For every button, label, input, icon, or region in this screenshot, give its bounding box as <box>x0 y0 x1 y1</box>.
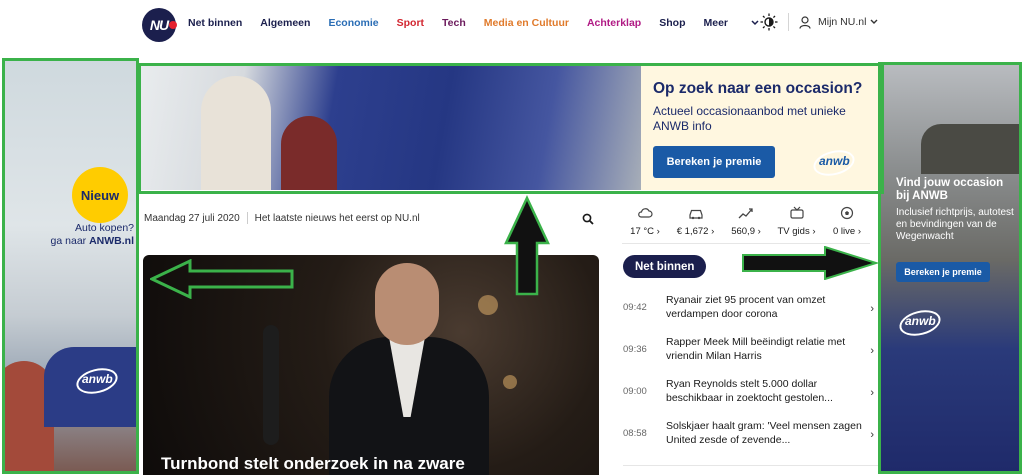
widgets-divider <box>622 243 870 244</box>
list-item[interactable]: 08:58 Solskjaer haalt gram: 'Veel mensen… <box>623 419 878 461</box>
banner-copy: Op zoek naar een occasion? Actueel occas… <box>641 66 881 190</box>
account-menu[interactable]: Mijn NU.nl <box>799 15 878 29</box>
chevron-right-icon: › <box>870 303 874 315</box>
dateline-divider <box>246 212 248 224</box>
annotation-arrow-right <box>742 246 879 280</box>
nav-right: Mijn NU.nl <box>760 13 878 31</box>
fuel-value: € 1,672 › <box>676 226 715 237</box>
left-ad-text: Auto kopen? ga naar ANWB.nl <box>50 222 134 248</box>
theme-toggle-icon[interactable] <box>760 13 778 31</box>
item-title: Ryan Reynolds stelt 5.000 dollar beschik… <box>666 378 833 404</box>
user-icon <box>799 15 811 29</box>
car-icon <box>688 209 703 220</box>
left-ad-link-text: ANWB.nl <box>89 235 134 247</box>
page: NU Net binnen Algemeen Economie Sport Te… <box>0 0 1024 475</box>
right-ad-subtitle: Inclusief richtprijs, autotest en bevind… <box>896 207 1014 242</box>
banner-subtitle: Actueel occasionaanbod met unieke ANWB i… <box>653 104 846 133</box>
annotation-arrow-left <box>150 259 294 299</box>
account-label: Mijn NU.nl <box>818 16 867 28</box>
item-title: Ryanair ziet 95 procent van omzet verdam… <box>666 294 826 320</box>
nav-divider <box>788 13 789 31</box>
list-item[interactable]: 09:36 Rapper Meek Mill beëindigt relatie… <box>623 335 878 377</box>
top-navigation: NU Net binnen Algemeen Economie Sport Te… <box>0 0 1024 50</box>
logo-text: NU <box>149 17 169 33</box>
current-date: Maandag 27 juli 2020 <box>144 212 240 224</box>
left-skyscraper-ad[interactable]: Nieuw Auto kopen? ga naar ANWB.nl anwb <box>4 61 136 472</box>
left-ad-line2: ga naar ANWB.nl <box>50 235 134 248</box>
tv-widget[interactable]: TV gids › <box>774 206 820 237</box>
tv-icon <box>789 206 804 219</box>
widgets-bar: 17 °C › € 1,672 › 560,9 › TV gids › 0 li… <box>622 206 870 237</box>
dateline: Maandag 27 juli 2020 Het laatste nieuws … <box>144 212 420 224</box>
nav-item-shop[interactable]: Shop <box>659 17 685 29</box>
anwb-logo: anwb <box>819 154 850 168</box>
logo-dot <box>169 21 177 29</box>
anwb-logo: anwb <box>82 372 113 386</box>
hero-photo-head <box>375 263 439 345</box>
item-title: Rapper Meek Mill beëindigt relatie met v… <box>666 336 846 362</box>
nav-item-meer-label: Meer <box>703 17 728 29</box>
search-icon[interactable] <box>582 213 594 225</box>
weather-widget[interactable]: 17 °C › <box>622 206 668 237</box>
tv-value: TV gids › <box>777 226 816 237</box>
banner-photo-child <box>281 116 337 190</box>
item-time: 09:42 <box>623 302 647 313</box>
net-binnen-list: 09:42 Ryanair ziet 95 procent van omzet … <box>623 293 878 461</box>
chevron-down-icon <box>751 20 759 26</box>
tagline: Het laatste nieuws het eerst op NU.nl <box>254 212 420 224</box>
chevron-down-icon <box>870 19 878 24</box>
cloud-icon <box>638 208 653 218</box>
nu-logo[interactable]: NU <box>142 8 177 42</box>
anwb-logo: anwb <box>905 314 936 328</box>
nav-item-meer[interactable]: Meer <box>703 17 759 29</box>
nav-item-algemeen[interactable]: Algemeen <box>260 17 310 29</box>
net-binnen-heading[interactable]: Net binnen <box>623 255 707 278</box>
left-ad-line1: Auto kopen? <box>75 222 134 234</box>
nav-item-economie[interactable]: Economie <box>328 17 378 29</box>
item-title: Solskjaer haalt gram: 'Veel mensen zagen… <box>666 420 862 446</box>
nav-item-tech[interactable]: Tech <box>442 17 466 29</box>
stocks-widget[interactable]: 560,9 › <box>723 206 769 237</box>
chevron-right-icon: › <box>870 429 874 441</box>
nav-item-media-en-cultuur[interactable]: Media en Cultuur <box>484 17 569 29</box>
hero-headline: Turnbond stelt onderzoek in na zware <box>161 454 465 473</box>
stocks-value: 560,9 › <box>731 226 761 237</box>
list-divider <box>623 465 878 466</box>
banner-photo <box>141 66 641 190</box>
list-item[interactable]: 09:00 Ryan Reynolds stelt 5.000 dollar b… <box>623 377 878 419</box>
hero-trophy <box>263 325 279 445</box>
banner-title: Op zoek naar een occasion? <box>653 80 863 97</box>
fuel-widget[interactable]: € 1,672 › <box>673 206 719 237</box>
item-time: 09:00 <box>623 386 647 397</box>
nav-links: Net binnen Algemeen Economie Sport Tech … <box>188 17 777 29</box>
hero-bokeh <box>503 375 517 389</box>
right-ad-car-window <box>921 124 1020 174</box>
annotation-arrow-up <box>504 195 550 296</box>
banner-cta-button[interactable]: Bereken je premie <box>653 146 775 178</box>
banner-photo-man <box>201 76 271 190</box>
chart-icon <box>738 208 753 219</box>
soccer-icon <box>840 206 854 220</box>
live-widget[interactable]: 0 live › <box>824 206 870 237</box>
chevron-right-icon: › <box>870 387 874 399</box>
right-ad-title: Vind jouw occasion bij ANWB <box>896 177 1004 202</box>
weather-value: 17 °C › <box>630 226 660 237</box>
right-ad-cta-button[interactable]: Bereken je premie <box>896 262 990 282</box>
left-ad-line2-prefix: ga naar <box>50 235 90 247</box>
nav-item-achterklap[interactable]: Achterklap <box>587 17 641 29</box>
nav-item-sport[interactable]: Sport <box>397 17 424 29</box>
item-time: 08:58 <box>623 428 647 439</box>
live-value: 0 live › <box>833 226 861 237</box>
chevron-right-icon: › <box>870 345 874 357</box>
right-skyscraper-ad[interactable]: Vind jouw occasion bij ANWB Inclusief ri… <box>881 64 1020 472</box>
hero-bokeh <box>478 295 498 315</box>
list-item[interactable]: 09:42 Ryanair ziet 95 procent van omzet … <box>623 293 878 335</box>
nav-item-net-binnen[interactable]: Net binnen <box>188 17 242 29</box>
item-time: 09:36 <box>623 344 647 355</box>
nieuw-badge: Nieuw <box>72 167 128 223</box>
banner-ad[interactable]: Op zoek naar een occasion? Actueel occas… <box>141 66 881 190</box>
